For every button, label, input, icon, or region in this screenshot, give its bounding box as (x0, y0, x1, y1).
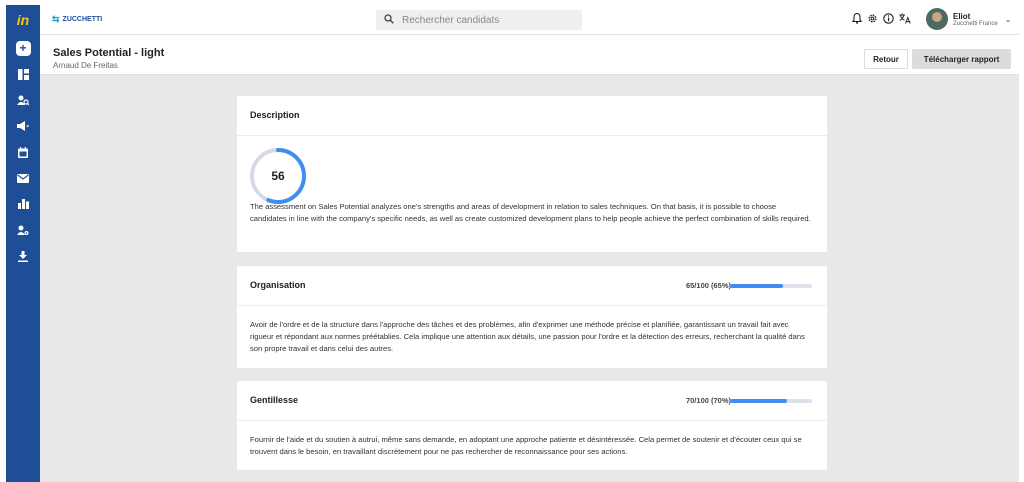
toolbar-icons (851, 12, 911, 27)
description-title: Description (250, 110, 300, 120)
section-score: 70/100 (70%) (685, 396, 731, 405)
candidate-search-icon (17, 95, 29, 105)
gear-icon[interactable] (867, 13, 878, 27)
user-settings-icon (17, 225, 29, 235)
app-frame: in + ⇆ ZUCCHETTI Rechercher candidats El… (6, 5, 1019, 482)
sidebar-item-download[interactable] (6, 243, 40, 269)
search-bar[interactable] (376, 10, 582, 30)
brand-name: ZUCCHETTI (62, 16, 103, 23)
user-org: Zucchetti France (953, 20, 998, 27)
mail-icon (17, 173, 29, 183)
description-text: The assessment on Sales Potential analyz… (250, 202, 811, 223)
sidebar-add-button[interactable]: + (6, 35, 40, 61)
progress-bar (730, 399, 812, 403)
download-icon (18, 250, 28, 262)
progress-fill (730, 284, 784, 288)
download-report-button[interactable]: Télécharger rapport (912, 49, 1011, 69)
calendar-icon (18, 146, 28, 158)
section-title: Gentillesse (250, 395, 299, 405)
sidebar-item-user-settings[interactable] (6, 217, 40, 243)
dashboard-icon (17, 68, 29, 80)
sidebar-item-campaigns[interactable] (6, 113, 40, 139)
brand-mark-icon: ⇆ (52, 14, 60, 24)
section-text: Fournir de l'aide et du soutien à autrui… (250, 435, 802, 456)
score-value: 56 (271, 169, 285, 183)
app-logo-text: in (16, 12, 30, 28)
sidebar-item-dashboard[interactable] (6, 61, 40, 87)
user-name: Eliot (953, 11, 971, 21)
sidebar-item-candidates[interactable] (6, 87, 40, 113)
add-icon: + (15, 40, 31, 56)
page-title: Sales Potential - light (53, 47, 165, 59)
sidebar-item-mail[interactable] (6, 165, 40, 191)
section-score: 65/100 (65%) (685, 281, 731, 290)
info-icon[interactable] (883, 13, 894, 27)
app-logo[interactable]: in (6, 5, 40, 35)
chevron-down-icon: ⌄ (1004, 14, 1012, 24)
stats-icon (17, 199, 29, 209)
search-input[interactable] (402, 14, 562, 26)
campaign-icon (17, 121, 29, 131)
section-title: Organisation (250, 280, 306, 290)
bell-icon[interactable] (851, 12, 863, 27)
section-text: Avoir de l'ordre et de la structure dans… (250, 320, 805, 353)
section-card-header: Gentillesse 70/100 (70%) (237, 381, 827, 421)
section-card-gentillesse: Gentillesse 70/100 (70%) Fournir de l'ai… (237, 381, 827, 470)
sidebar: in + (6, 5, 40, 482)
avatar (926, 8, 948, 30)
user-menu[interactable]: Eliot Zucchetti France ⌄ (926, 8, 1011, 30)
sidebar-item-calendar[interactable] (6, 139, 40, 165)
description-card-body: 56 The assessment on Sales Potential ana… (237, 136, 827, 225)
brand-logo[interactable]: ⇆ ZUCCHETTI (52, 14, 102, 25)
top-bar: ⇆ ZUCCHETTI Eliot (40, 5, 1019, 35)
back-button[interactable]: Retour (864, 49, 908, 69)
user-info: Eliot Zucchetti France (953, 12, 998, 27)
section-card-organisation: Organisation 65/100 (65%) Avoir de l'ord… (237, 266, 827, 368)
progress-fill (730, 399, 788, 403)
search-icon (384, 13, 394, 27)
description-card-header: Description (237, 96, 827, 136)
score-gauge: 56 (249, 147, 307, 205)
sidebar-item-stats[interactable] (6, 191, 40, 217)
progress-bar (730, 284, 812, 288)
candidate-name: Arnaud De Freitas (53, 61, 118, 70)
description-card: Description 56 The assessment on Sales P… (237, 96, 827, 252)
translate-icon[interactable] (899, 13, 911, 27)
page-header: Sales Potential - light Arnaud De Freita… (40, 35, 1019, 75)
section-card-header: Organisation 65/100 (65%) (237, 266, 827, 306)
